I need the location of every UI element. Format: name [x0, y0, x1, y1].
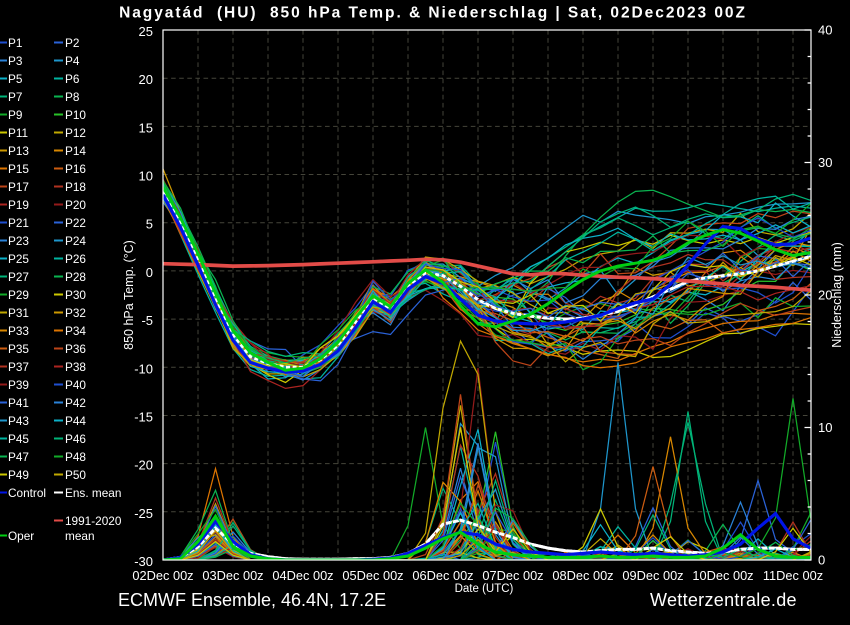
svg-text:P2: P2: [65, 36, 79, 50]
svg-text:P4: P4: [65, 54, 80, 68]
svg-text:Niederschlag (mm): Niederschlag (mm): [830, 242, 844, 348]
svg-text:P23: P23: [8, 234, 29, 248]
svg-text:P28: P28: [65, 270, 86, 284]
svg-text:P41: P41: [8, 396, 29, 410]
svg-text:10Dec 00z: 10Dec 00z: [692, 568, 753, 583]
svg-text:P30: P30: [65, 288, 86, 302]
svg-text:P15: P15: [8, 162, 29, 176]
svg-text:P10: P10: [65, 108, 86, 122]
svg-text:P40: P40: [65, 378, 86, 392]
svg-text:P50: P50: [65, 468, 86, 482]
svg-text:-20: -20: [134, 458, 153, 473]
svg-text:P39: P39: [8, 378, 29, 392]
svg-text:P22: P22: [65, 216, 86, 230]
svg-text:20: 20: [139, 72, 153, 87]
svg-text:-25: -25: [134, 506, 153, 521]
svg-text:0: 0: [818, 553, 825, 568]
svg-text:-5: -5: [141, 313, 153, 328]
svg-text:P33: P33: [8, 324, 29, 338]
svg-text:P45: P45: [8, 432, 29, 446]
svg-text:08Dec 00z: 08Dec 00z: [552, 568, 613, 583]
svg-text:P14: P14: [65, 144, 86, 158]
svg-text:P32: P32: [65, 306, 86, 320]
svg-text:P35: P35: [8, 342, 29, 356]
svg-text:P6: P6: [65, 72, 80, 86]
svg-text:Control: Control: [8, 486, 46, 500]
svg-text:P7: P7: [8, 90, 22, 104]
svg-text:07Dec 00z: 07Dec 00z: [482, 568, 543, 583]
svg-text:P38: P38: [65, 360, 86, 374]
svg-text:P5: P5: [8, 72, 23, 86]
svg-text:-10: -10: [134, 361, 153, 376]
svg-text:P36: P36: [65, 342, 86, 356]
svg-text:0: 0: [146, 265, 153, 280]
svg-text:25: 25: [139, 24, 153, 39]
svg-text:P25: P25: [8, 252, 29, 266]
svg-text:P47: P47: [8, 450, 29, 464]
svg-text:5: 5: [146, 217, 153, 232]
svg-text:10: 10: [139, 169, 153, 184]
svg-text:15: 15: [139, 120, 153, 135]
svg-text:P12: P12: [65, 126, 86, 140]
svg-text:P43: P43: [8, 414, 29, 428]
svg-text:P49: P49: [8, 468, 29, 482]
svg-text:Ens. mean: Ens. mean: [65, 486, 121, 500]
svg-text:P44: P44: [65, 414, 86, 428]
svg-text:850 hPa Temp. (°C): 850 hPa Temp. (°C): [122, 240, 136, 350]
svg-text:P13: P13: [8, 144, 29, 158]
svg-text:P27: P27: [8, 270, 29, 284]
svg-text:P37: P37: [8, 360, 29, 374]
svg-text:Date (UTC): Date (UTC): [455, 583, 514, 595]
svg-text:06Dec 00z: 06Dec 00z: [412, 568, 473, 583]
svg-text:P48: P48: [65, 450, 86, 464]
svg-text:Nagyatád (HU) 850 hPa Temp.: Nagyatád (HU) 850 hPa Temp. & Niederschl…: [119, 5, 747, 22]
svg-text:P46: P46: [65, 432, 86, 446]
svg-text:ECMWF Ensemble, 46.4N, 17.2E: ECMWF Ensemble, 46.4N, 17.2E: [118, 590, 386, 610]
svg-text:P26: P26: [65, 252, 86, 266]
svg-text:P18: P18: [65, 180, 86, 194]
svg-text:P11: P11: [8, 126, 28, 140]
svg-text:30: 30: [818, 155, 832, 170]
svg-text:P29: P29: [8, 288, 29, 302]
svg-text:Wetterzentrale.de: Wetterzentrale.de: [650, 590, 797, 610]
svg-text:P19: P19: [8, 198, 29, 212]
svg-text:40: 40: [818, 23, 832, 38]
svg-text:Oper: Oper: [8, 529, 34, 543]
svg-text:P20: P20: [65, 198, 86, 212]
svg-text:P1: P1: [8, 36, 22, 50]
svg-text:P42: P42: [65, 396, 86, 410]
svg-text:1991-2020: 1991-2020: [65, 514, 122, 528]
svg-text:04Dec 00z: 04Dec 00z: [272, 568, 333, 583]
svg-text:P17: P17: [8, 180, 29, 194]
svg-text:09Dec 00z: 09Dec 00z: [622, 568, 683, 583]
svg-text:05Dec 00z: 05Dec 00z: [342, 568, 403, 583]
svg-text:P16: P16: [65, 162, 86, 176]
svg-text:P3: P3: [8, 54, 23, 68]
svg-text:P8: P8: [65, 90, 80, 104]
svg-text:P31: P31: [8, 306, 29, 320]
svg-text:mean: mean: [65, 529, 95, 543]
svg-text:10: 10: [818, 420, 832, 435]
svg-text:P21: P21: [8, 216, 29, 230]
svg-text:P9: P9: [8, 108, 22, 122]
svg-text:03Dec 00z: 03Dec 00z: [202, 568, 263, 583]
svg-text:11Dec 00z: 11Dec 00z: [763, 568, 823, 583]
svg-text:-15: -15: [134, 410, 153, 425]
svg-text:02Dec 00z: 02Dec 00z: [132, 568, 193, 583]
svg-text:P34: P34: [65, 324, 86, 338]
svg-text:P24: P24: [65, 234, 86, 248]
svg-text:-30: -30: [134, 554, 153, 569]
